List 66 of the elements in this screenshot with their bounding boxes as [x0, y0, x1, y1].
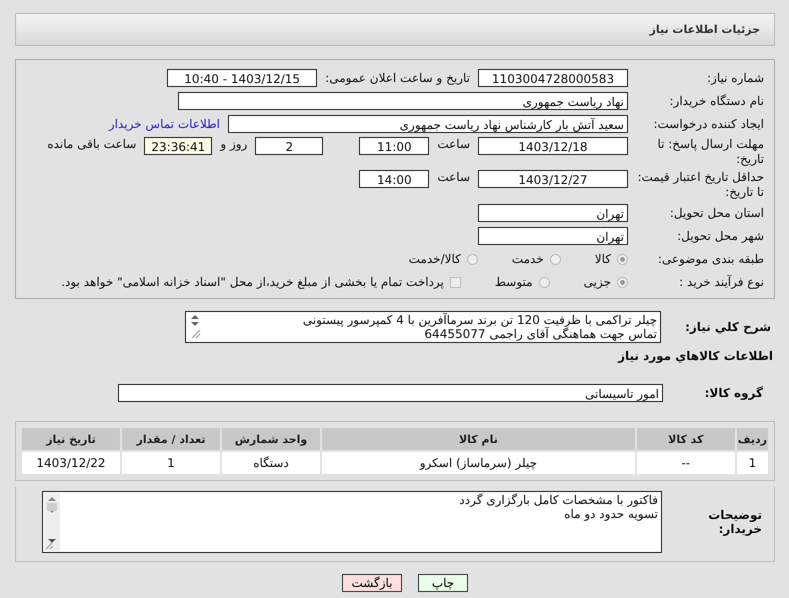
option-label: کالا/خدمت: [408, 252, 461, 266]
date-field[interactable]: 1403/12/18: [478, 137, 628, 155]
buyer-notes-textarea[interactable]: فاکتور با مشخصات کامل بارگزاری گردد تسویه حدود دو ماه: [42, 491, 662, 553]
buyer-contact-link[interactable]: اطلاعات تماس خریدار: [108, 117, 228, 131]
province-field[interactable]: تهران: [478, 204, 628, 222]
field-label: حداقل تاریخ اعتبار قیمت: تا تاریخ:: [636, 170, 765, 200]
field-label: نام دستگاه خریدار:: [668, 94, 765, 108]
scrollbar-icon: [44, 493, 60, 551]
table-cell: چیلر (سرماساز) اسکرو: [322, 452, 635, 474]
column-header: تاریخ نیاز: [22, 428, 120, 450]
back-button[interactable]: بازگشت: [342, 574, 402, 592]
checkbox-label: پرداخت تمام یا بخشی از مبلغ خرید،از محل "اسناد خزانه اسلامی" خواهد بود.: [61, 275, 444, 289]
option-label: خدمت: [512, 252, 544, 266]
option-label: جزیی: [584, 275, 611, 289]
description-textarea[interactable]: چیلر تراکمی با ظرفیت 120 تن برند سرماآفرین با 4 کمپرسور پیستونی تماس جهت هماهنگی آقای راجمی 64455077: [185, 311, 661, 343]
field-label: مهلت ارسال پاسخ: تا تاریخ:: [656, 137, 765, 167]
remaining-label: ساعت باقی مانده: [46, 137, 138, 151]
page-title: جزئیات اطلاعات نیاز: [650, 23, 760, 36]
print-button[interactable]: چاپ: [418, 574, 468, 592]
option-label: کالا: [594, 252, 611, 266]
field-label: شهر محل تحویل:: [676, 229, 765, 243]
time-field[interactable]: 14:00: [359, 170, 430, 188]
text-line: تماس جهت هماهنگی آقای راجمی 64455077: [423, 327, 657, 341]
field-label: طبقه بندی موضوعی:: [656, 252, 765, 266]
requester-field[interactable]: سعید آتش بار کارشناس نهاد ریاست جمهوری: [228, 115, 628, 133]
column-header: واحد شمارش: [222, 428, 320, 450]
field-label: ایجاد کننده درخواست:: [652, 117, 765, 131]
section-heading: اطلاعات کالاهاي مورد نياز: [616, 348, 774, 363]
time-label: ساعت: [436, 170, 471, 184]
time-label: ساعت: [436, 137, 471, 151]
text-line: فاکتور با مشخصات کامل بارگزاری گردد: [458, 493, 658, 507]
field-label: توضیحات خریدار:: [707, 508, 763, 536]
city-field[interactable]: تهران: [478, 227, 628, 245]
goods-group-field[interactable]: امور تاسیساتی: [118, 384, 663, 402]
column-header: نام کالا: [322, 428, 635, 450]
remaining-time-field: 23:36:41: [144, 137, 212, 155]
radio-button[interactable]: [466, 254, 478, 264]
radio-button[interactable]: [617, 276, 628, 288]
field-label: شرح کلي نياز:: [684, 320, 772, 334]
text-line: تسویه حدود دو ماه: [563, 507, 658, 521]
radio-button[interactable]: [617, 254, 628, 264]
table-cell: --: [636, 452, 735, 474]
days-label: روز و: [218, 137, 248, 151]
date-field[interactable]: 1403/12/27: [478, 170, 628, 188]
table-cell: 1: [122, 452, 220, 474]
table-cell: دستگاه: [222, 452, 320, 474]
checkbox[interactable]: [450, 276, 461, 288]
column-header: ردیف: [736, 428, 768, 450]
need-number-field[interactable]: 1103004728000583: [478, 69, 628, 87]
field-label: گروه کالا:: [704, 386, 764, 400]
buyer-org-field[interactable]: نهاد ریاست جمهوری: [178, 92, 628, 110]
radio-button[interactable]: [538, 276, 550, 288]
announce-date-field[interactable]: 1403/12/15 - 10:40: [167, 69, 318, 87]
table-cell: 1: [736, 452, 768, 474]
field-label: شماره نیاز:: [706, 71, 765, 85]
field-label: نوع فرآیند خرید :: [678, 275, 765, 289]
text-line: چیلر تراکمی با ظرفیت 120 تن برند سرماآفرین با 4 کمپرسور پیستونی: [302, 313, 657, 327]
field-label: استان محل تحویل:: [668, 206, 765, 220]
column-header: کد کالا: [636, 428, 735, 450]
option-label: متوسط: [494, 275, 533, 289]
time-field[interactable]: 11:00: [359, 137, 430, 155]
days-field[interactable]: 2: [255, 137, 324, 155]
field-label: تاریخ و ساعت اعلان عمومی:: [324, 71, 471, 85]
column-header: تعداد / مقدار: [122, 428, 220, 450]
radio-button[interactable]: [550, 254, 561, 264]
table-cell: 1403/12/22: [22, 452, 120, 474]
